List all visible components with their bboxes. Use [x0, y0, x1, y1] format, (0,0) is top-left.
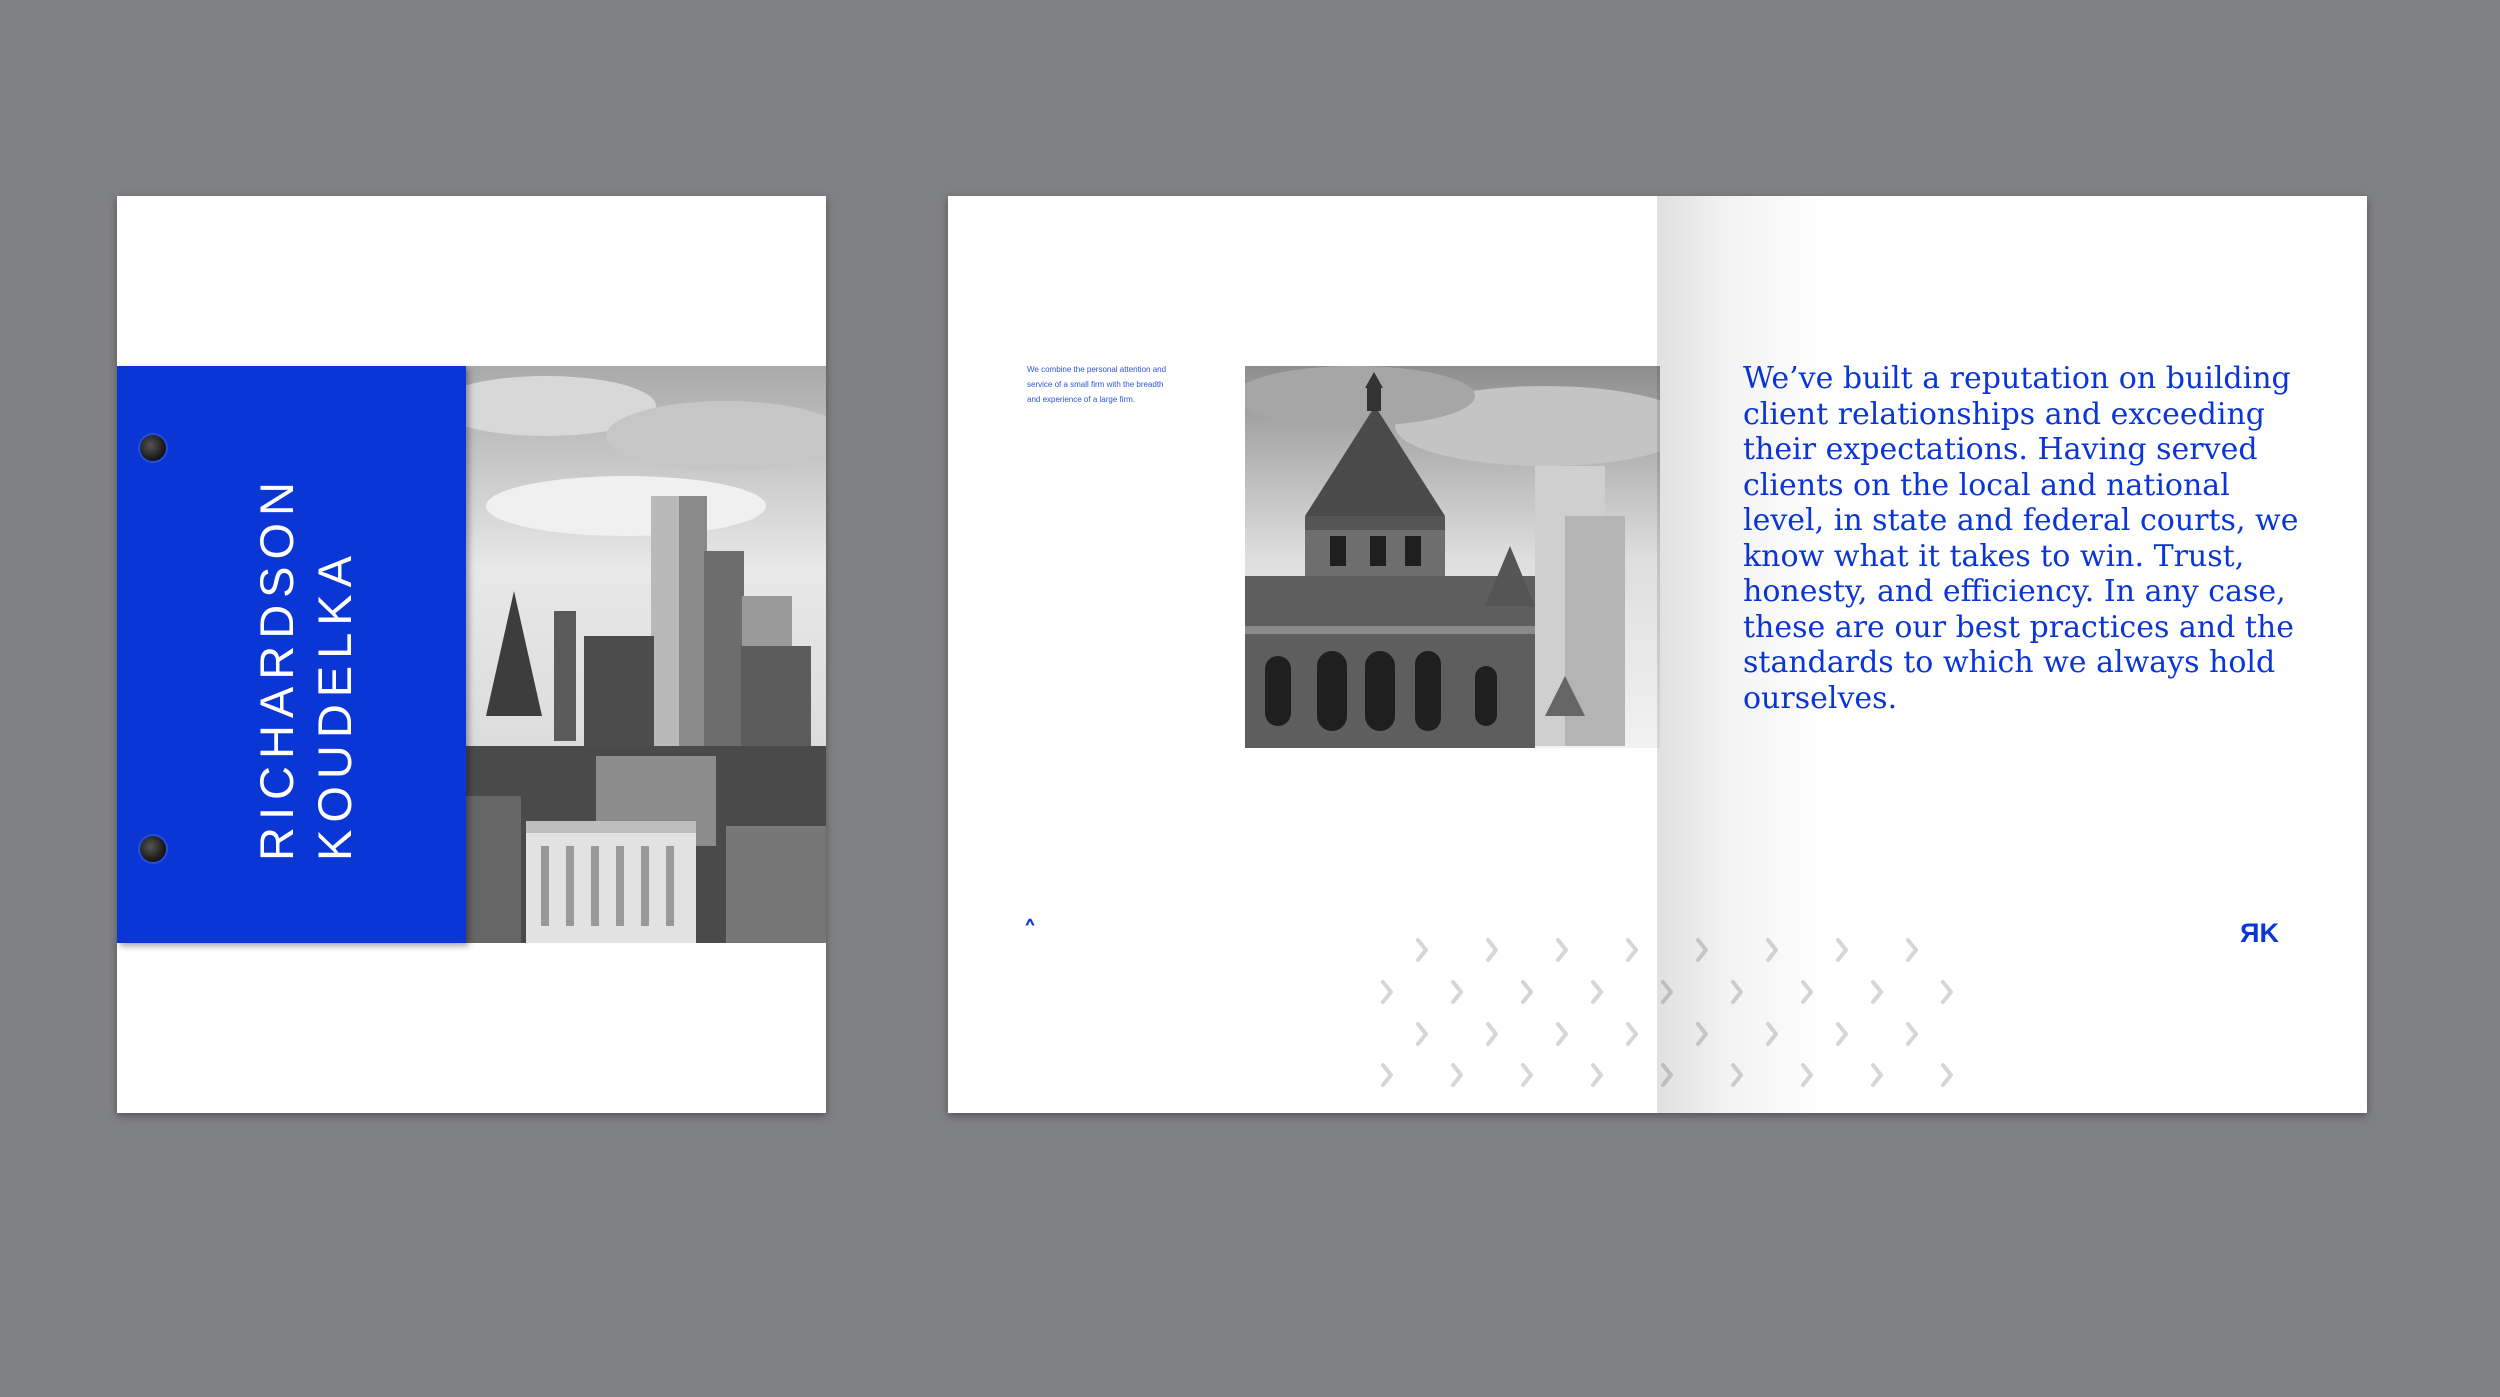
chevron-right-icon: [1556, 938, 1568, 962]
chevron-right-icon: [1766, 938, 1778, 962]
chevron-right-icon: [1696, 1022, 1708, 1046]
chevron-right-icon: [1836, 938, 1848, 962]
logo-letter-k: K: [2259, 918, 2279, 948]
chevron-pattern: [1381, 938, 1953, 1087]
chevron-right-icon: [1451, 980, 1463, 1004]
logo-letter-r: R: [2241, 918, 2260, 948]
cover-title-line1: RICHARDSON: [250, 475, 303, 861]
chevron-right-icon: [1486, 1022, 1498, 1046]
chevron-right-icon: [1731, 1063, 1743, 1087]
chevron-right-icon: [1801, 1063, 1813, 1087]
chevron-right-icon: [1626, 1022, 1638, 1046]
chevron-right-icon: [1416, 938, 1428, 962]
cover-blue-band: RICHARDSON KOUDELKA: [117, 366, 466, 943]
chevron-right-icon: [1591, 1063, 1603, 1087]
chevron-right-icon: [1766, 1022, 1778, 1046]
chevron-right-icon: [1521, 1063, 1533, 1087]
chevron-right-icon: [1801, 980, 1813, 1004]
chevron-right-icon: [1591, 980, 1603, 1004]
chevron-right-icon: [1381, 980, 1393, 1004]
chevron-right-icon: [1661, 980, 1673, 1004]
chevron-right-icon: [1556, 1022, 1568, 1046]
brochure-spread: We combine the personal attention and se…: [948, 196, 2367, 1113]
chevron-right-icon: [1661, 1063, 1673, 1087]
rivet-bottom: [140, 836, 166, 862]
chevron-right-icon: [1906, 938, 1918, 962]
chevron-right-icon: [1836, 1022, 1848, 1046]
chevron-right-icon: [1871, 1063, 1883, 1087]
cover-title: RICHARDSON KOUDELKA: [248, 475, 364, 861]
chevron-right-icon: [1731, 980, 1743, 1004]
chevron-up-icon: ˄: [1023, 915, 1037, 948]
chevron-right-icon: [1871, 980, 1883, 1004]
chevron-right-icon: [1626, 938, 1638, 962]
chevron-right-icon: [1941, 980, 1953, 1004]
rk-logo: RK: [2241, 918, 2279, 949]
skyline-illustration: [466, 366, 826, 943]
brochure-cover: RICHARDSON KOUDELKA: [117, 196, 826, 1113]
cover-title-line2: KOUDELKA: [308, 549, 361, 861]
chevron-right-icon: [1381, 1063, 1393, 1087]
chevron-right-icon: [1521, 980, 1533, 1004]
chevron-right-icon: [1451, 1063, 1463, 1087]
chevron-right-icon: [1416, 1022, 1428, 1046]
chevron-right-icon: [1941, 1063, 1953, 1087]
city-skyline-photo: [466, 366, 826, 943]
chevron-right-icon: [1696, 938, 1708, 962]
chevron-right-icon: [1906, 1022, 1918, 1046]
chevron-right-icon: [1486, 938, 1498, 962]
rivet-top: [140, 435, 166, 461]
